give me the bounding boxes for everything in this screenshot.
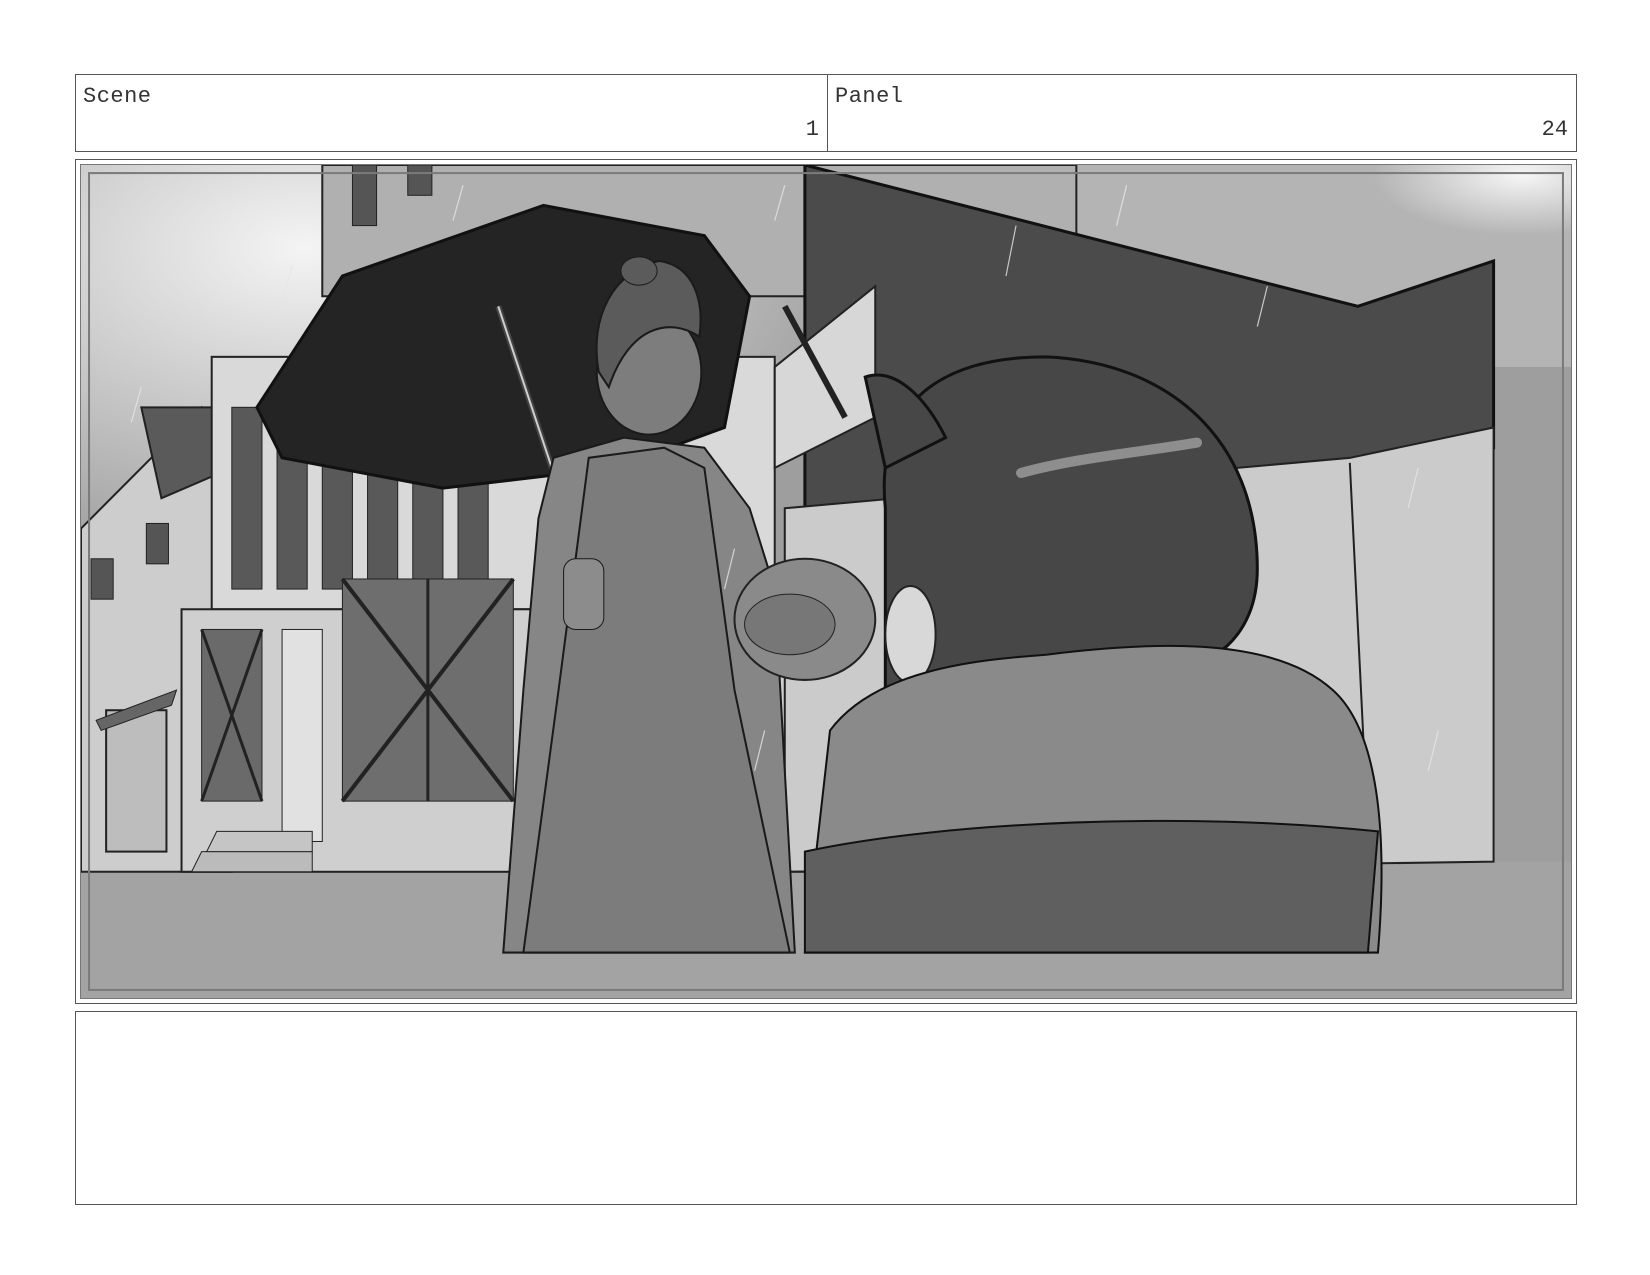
scene-number: 1 [805, 117, 819, 142]
panel-cell: Panel 24 [828, 75, 1576, 151]
notes-box [75, 1011, 1577, 1205]
panel-label: Panel [835, 84, 904, 109]
panel-number: 24 [1541, 117, 1568, 142]
panel-drawing [80, 164, 1572, 999]
storyboard-sketch [81, 165, 1571, 998]
storyboard-frame [75, 159, 1577, 1004]
scene-cell: Scene 1 [76, 75, 828, 151]
scene-label: Scene [83, 84, 152, 109]
storyboard-header: Scene 1 Panel 24 [75, 74, 1577, 152]
